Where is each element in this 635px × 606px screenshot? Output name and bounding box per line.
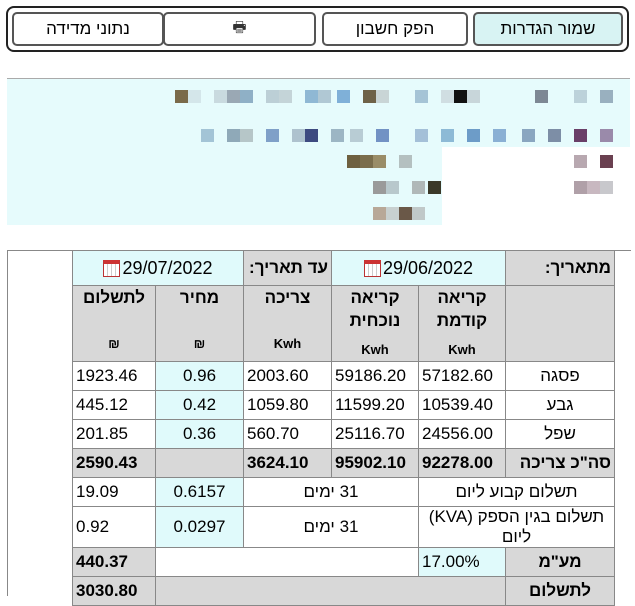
header-empty xyxy=(505,285,615,362)
usage-value: 560.70 xyxy=(243,419,332,449)
customer-info-redacted xyxy=(7,78,630,225)
toolbar: שמור הגדרות הפק חשבון 🖶 נתוני מדידה xyxy=(6,6,629,52)
fixed-charge-label: תשלום קבוע ליום xyxy=(418,477,615,507)
payment-value: 201.85 xyxy=(72,419,156,449)
vat-payment: 440.37 xyxy=(72,547,156,577)
kva-charge-payment: 0.92 xyxy=(72,506,156,548)
current-reading: 11599.20 xyxy=(331,390,419,420)
vat-row: מע"מ 17.00% 440.37 xyxy=(72,547,615,577)
price-input[interactable]: 0.42 xyxy=(155,390,244,420)
fixed-charge-rate-input[interactable]: 0.6157 xyxy=(155,477,244,507)
from-date-field[interactable]: 29/06/2022 xyxy=(331,250,506,286)
payment-value: 445.12 xyxy=(72,390,156,420)
grand-total-empty xyxy=(155,576,506,606)
header-payment: לתשלום ₪ xyxy=(72,285,156,362)
table-row: שפל 24556.00 25116.70 560.70 0.36 201.85 xyxy=(72,419,615,449)
total-payment: 2590.43 xyxy=(72,448,156,478)
payment-value: 1923.46 xyxy=(72,361,156,391)
grand-total-payment: 3030.80 xyxy=(72,576,156,606)
to-date-field[interactable]: 29/07/2022 xyxy=(72,250,244,286)
table-row: פסגה 57182.60 59186.20 2003.60 0.96 1923… xyxy=(72,361,615,391)
print-button[interactable]: 🖶 xyxy=(163,12,316,46)
current-reading: 25116.70 xyxy=(331,419,419,449)
fixed-charge-payment: 19.09 xyxy=(72,477,156,507)
kva-charge-days: 31 ימים xyxy=(243,506,419,548)
kva-charge-rate-input[interactable]: 0.0297 xyxy=(155,506,244,548)
total-row: סה"כ צריכה 92278.00 95902.10 3624.10 259… xyxy=(72,448,615,478)
row-label: שפל xyxy=(505,419,615,449)
kva-charge-label: תשלום בגין הספק (KVA) ליום xyxy=(418,506,615,548)
fixed-charge-row: תשלום קבוע ליום 31 ימים 0.6157 19.09 xyxy=(72,477,615,507)
measurement-data-button[interactable]: נתוני מדידה xyxy=(12,12,164,46)
header-previous-reading: קריאה קודמת Kwh xyxy=(418,285,506,362)
table-row: גבע 10539.40 11599.20 1059.80 0.42 445.1… xyxy=(72,390,615,420)
header-current-reading: קריאה נוכחית Kwh xyxy=(331,285,419,362)
usage-value: 2003.60 xyxy=(243,361,332,391)
printer-icon: 🖶 xyxy=(232,18,247,36)
row-label: גבע xyxy=(505,390,615,420)
usage-value: 1059.80 xyxy=(243,390,332,420)
previous-reading: 57182.60 xyxy=(418,361,506,391)
kva-charge-row: תשלום בגין הספק (KVA) ליום 31 ימים 0.029… xyxy=(72,506,615,548)
from-date-value: 29/06/2022 xyxy=(382,257,474,278)
billing-table: מתאריך: 29/06/2022 עד תאריך: 29/07/2022 … xyxy=(72,250,615,606)
total-label: סה"כ צריכה xyxy=(505,448,615,478)
vat-empty xyxy=(155,547,419,577)
to-date-value: 29/07/2022 xyxy=(122,257,213,278)
total-usage: 3624.10 xyxy=(243,448,332,478)
previous-reading: 24556.00 xyxy=(418,419,506,449)
total-price-empty xyxy=(155,448,244,478)
grand-total-label: לתשלום xyxy=(505,576,615,606)
total-current-reading: 95902.10 xyxy=(331,448,419,478)
header-price: מחיר ₪ xyxy=(155,285,244,362)
current-reading: 59186.20 xyxy=(331,361,419,391)
vat-rate-input[interactable]: 17.00% xyxy=(418,547,506,577)
calendar-icon[interactable] xyxy=(103,259,121,277)
generate-invoice-button[interactable]: הפק חשבון xyxy=(322,12,468,46)
vat-label: מע"מ xyxy=(505,547,615,577)
price-input[interactable]: 0.36 xyxy=(155,419,244,449)
row-label: פסגה xyxy=(505,361,615,391)
price-input[interactable]: 0.96 xyxy=(155,361,244,391)
fixed-charge-days: 31 ימים xyxy=(243,477,419,507)
header-usage: צריכה Kwh xyxy=(243,285,332,362)
to-date-label: עד תאריך: xyxy=(243,250,332,286)
grand-total-row: לתשלום 3030.80 xyxy=(72,576,615,606)
save-settings-button[interactable]: שמור הגדרות xyxy=(473,12,623,46)
from-date-label: מתאריך: xyxy=(505,250,615,286)
previous-reading: 10539.40 xyxy=(418,390,506,420)
calendar-icon[interactable] xyxy=(363,259,381,277)
total-previous-reading: 92278.00 xyxy=(418,448,506,478)
